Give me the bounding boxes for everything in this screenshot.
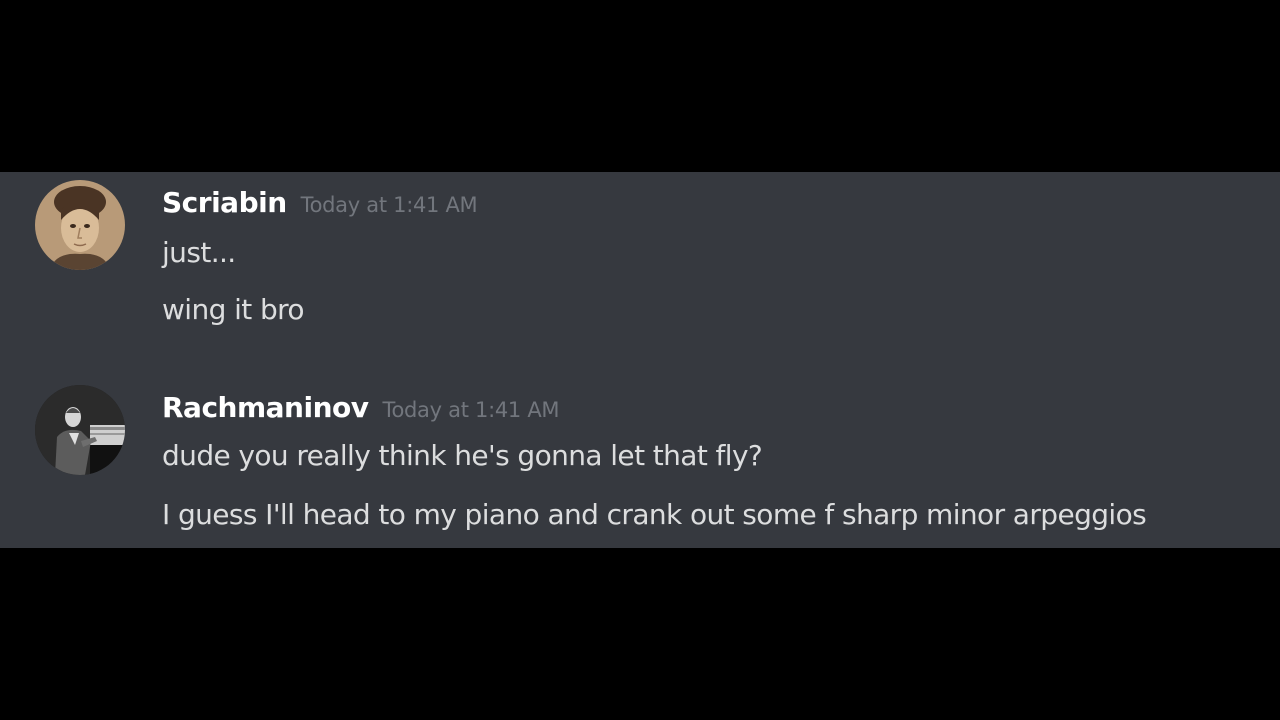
message-text: dude you really think he's gonna let tha… [162, 439, 763, 472]
chat-message-list: Scriabin Today at 1:41 AM just... wing it… [0, 172, 1280, 548]
message-header: Rachmaninov Today at 1:41 AM [162, 391, 560, 424]
timestamp: Today at 1:41 AM [300, 193, 478, 217]
message-text: just... [162, 236, 236, 269]
timestamp: Today at 1:41 AM [382, 398, 560, 422]
username[interactable]: Scriabin [162, 186, 287, 219]
message-text: I guess I'll head to my piano and crank … [162, 498, 1147, 531]
message-text: wing it bro [162, 293, 305, 326]
message-header: Scriabin Today at 1:41 AM [162, 186, 478, 219]
rachmaninov-avatar[interactable] [35, 385, 125, 475]
username[interactable]: Rachmaninov [162, 391, 369, 424]
rachmaninov-avatar-icon [35, 385, 125, 475]
scriabin-avatar[interactable] [35, 180, 125, 270]
scriabin-avatar-icon [35, 180, 125, 270]
